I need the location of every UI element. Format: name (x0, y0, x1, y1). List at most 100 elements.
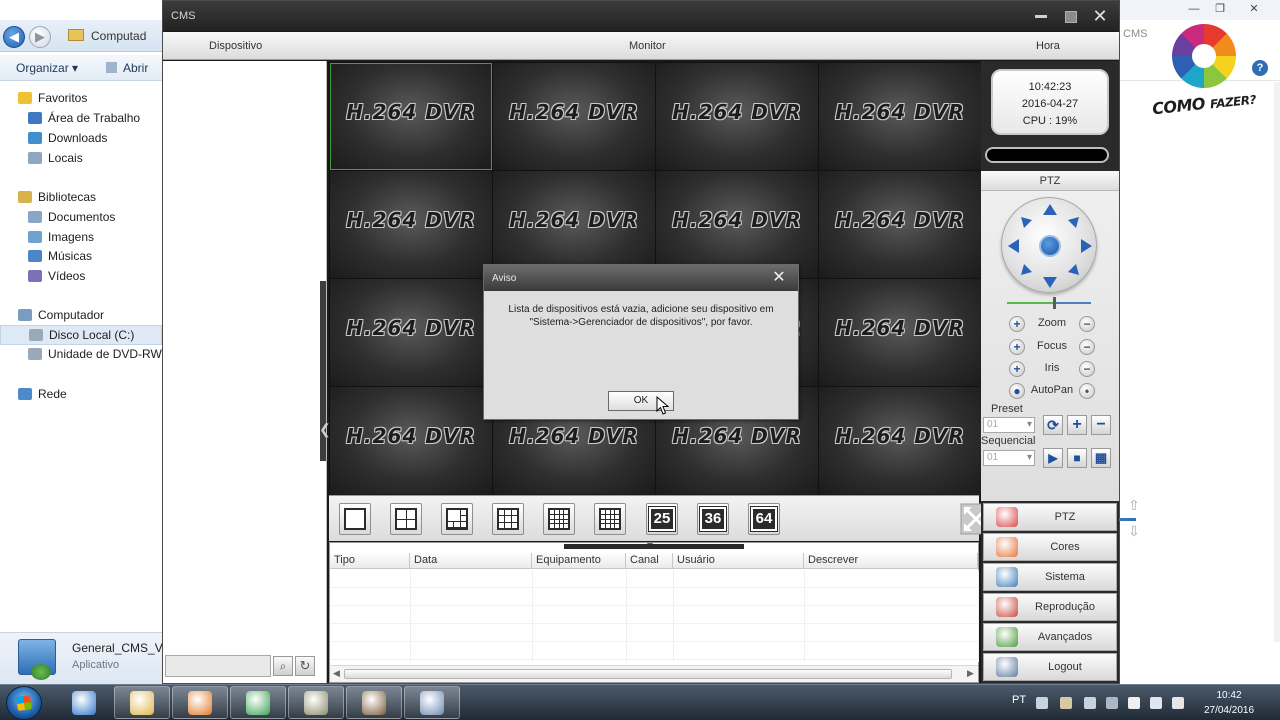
close-icon[interactable]: ✕ (1090, 6, 1110, 26)
display-icon[interactable] (1084, 697, 1096, 709)
layout-16-button[interactable] (543, 503, 575, 535)
menu-monitor[interactable]: Monitor (629, 40, 666, 52)
video-cell[interactable]: H.264 DVR (819, 387, 981, 494)
side-menu-item[interactable]: Logout (983, 653, 1117, 681)
video-cell[interactable]: H.264 DVR (656, 63, 818, 170)
keyboard-icon[interactable] (1036, 697, 1048, 709)
plus-icon[interactable]: + (1009, 339, 1025, 355)
minus-icon[interactable]: − (1079, 361, 1095, 377)
back-arrow-icon[interactable]: ◀ (3, 26, 25, 48)
explorer-scrollbar[interactable] (1274, 82, 1280, 642)
nav-item-0[interactable]: Favoritos (0, 88, 162, 108)
user-icon[interactable] (1060, 697, 1072, 709)
video-cell[interactable]: H.264 DVR (493, 63, 655, 170)
scroll-right-icon[interactable]: ▶ (967, 668, 974, 679)
taskbar-app-button[interactable] (172, 686, 228, 719)
ptz-left-arrow-icon[interactable] (1008, 239, 1019, 253)
nav-item-10[interactable]: Disco Local (C:) (0, 325, 162, 345)
action-center-flag-icon[interactable] (1128, 697, 1140, 709)
video-cell[interactable]: H.264 DVR (819, 171, 981, 278)
ptz-speed-thumb[interactable] (1053, 297, 1057, 309)
video-cell[interactable]: H.264 DVR (493, 171, 655, 278)
ptz-down-left-arrow-icon[interactable] (1021, 264, 1032, 275)
layout-36-button[interactable]: 36 (697, 503, 729, 535)
sequence-grid-icon[interactable]: ▦ (1091, 448, 1111, 468)
nav-item-12[interactable]: Rede (0, 384, 162, 404)
network-signal-icon[interactable] (1150, 697, 1162, 709)
nav-item-9[interactable]: Computador (0, 305, 162, 325)
log-column-header[interactable]: Canal (626, 553, 673, 568)
nav-item-5[interactable]: Documentos (0, 207, 162, 227)
nav-item-4[interactable]: Bibliotecas (0, 187, 162, 207)
help-icon[interactable]: ? (1252, 60, 1268, 76)
video-cell[interactable]: H.264 DVR (330, 387, 492, 494)
ptz-down-right-arrow-icon[interactable] (1068, 264, 1079, 275)
side-menu-item[interactable]: PTZ (983, 503, 1117, 531)
search-field[interactable]: CMS (1123, 28, 1147, 40)
sequence-play-icon[interactable]: ▶ (1043, 448, 1063, 468)
organize-button[interactable]: Organizar ▾ (16, 61, 78, 75)
minimize-icon[interactable]: — (1182, 2, 1206, 17)
autopan-stop-icon[interactable]: • (1079, 383, 1095, 399)
taskbar-app-button[interactable] (288, 686, 344, 719)
open-button[interactable]: Abrir (106, 61, 148, 75)
dialog-close-icon[interactable]: ✕ (770, 269, 788, 287)
layout-1-button[interactable] (339, 503, 371, 535)
nav-item-6[interactable]: Imagens (0, 227, 162, 247)
video-cell[interactable]: H.264 DVR (330, 279, 492, 386)
ptz-up-arrow-icon[interactable] (1043, 204, 1057, 215)
plus-icon[interactable]: + (1009, 316, 1025, 332)
log-column-header[interactable]: Tipo (330, 553, 410, 568)
taskbar-app-button[interactable] (404, 686, 460, 719)
layout-64-button[interactable]: 64 (748, 503, 780, 535)
side-menu-item[interactable]: Reprodução (983, 593, 1117, 621)
volume-icon[interactable] (1172, 697, 1184, 709)
start-button[interactable] (6, 686, 42, 720)
sequence-select[interactable]: 01 (983, 450, 1035, 466)
taskbar-app-button[interactable] (56, 686, 112, 719)
device-list-panel[interactable]: ❮ ⌕ ↻ (163, 61, 331, 683)
preset-goto-icon[interactable]: ⟳ (1043, 415, 1063, 435)
video-cell[interactable]: H.264 DVR (330, 171, 492, 278)
layout-25-button[interactable]: 25 (646, 503, 678, 535)
log-horizontal-scrollbar[interactable]: ◀ ▶ (330, 665, 978, 682)
search-icon[interactable]: ⌕ (273, 656, 293, 676)
ptz-right-arrow-icon[interactable] (1081, 239, 1092, 253)
sequence-stop-icon[interactable]: ■ (1067, 448, 1087, 468)
nav-item-8[interactable]: Vídeos (0, 266, 162, 286)
ptz-center-button[interactable] (1039, 235, 1061, 257)
ptz-up-left-arrow-icon[interactable] (1021, 217, 1032, 228)
preset-add-icon[interactable]: + (1067, 415, 1087, 435)
ptz-speed-slider[interactable] (1007, 297, 1091, 309)
taskbar-app-button[interactable] (346, 686, 402, 719)
layout-20-button[interactable] (594, 503, 626, 535)
plus-icon[interactable]: + (1009, 361, 1025, 377)
log-table-body[interactable] (330, 570, 979, 662)
taskbar-app-button[interactable] (114, 686, 170, 719)
layout-4-button[interactable] (390, 503, 422, 535)
video-cell[interactable]: H.264 DVR (330, 63, 492, 170)
side-menu-item[interactable]: Sistema (983, 563, 1117, 591)
device-search-input[interactable] (165, 655, 271, 677)
layout-6-button[interactable] (441, 503, 473, 535)
taskbar-app-button[interactable] (230, 686, 286, 719)
minimize-icon[interactable] (1035, 15, 1047, 18)
ptz-up-right-arrow-icon[interactable] (1068, 217, 1079, 228)
nav-item-3[interactable]: Locais (0, 148, 162, 168)
video-cell[interactable]: H.264 DVR (819, 279, 981, 386)
nav-item-2[interactable]: Downloads (0, 128, 162, 148)
explorer-path[interactable]: Computad (91, 29, 146, 43)
preset-select[interactable]: 01 (983, 417, 1035, 433)
layout-9-button[interactable] (492, 503, 524, 535)
chevron-down-icon[interactable]: ▼ (642, 542, 658, 552)
language-indicator[interactable]: PT (1012, 694, 1026, 706)
log-column-header[interactable]: Descrever (804, 553, 978, 568)
restore-icon[interactable]: ❐ (1208, 2, 1232, 17)
scroll-left-icon[interactable]: ◀ (333, 668, 340, 679)
collapse-panel-icon[interactable]: ❮ (319, 417, 331, 441)
menu-device[interactable]: Dispositivo (209, 40, 262, 52)
video-cell[interactable]: H.264 DVR (656, 171, 818, 278)
nav-item-1[interactable]: Área de Trabalho (0, 108, 162, 128)
security-icon[interactable] (1106, 697, 1118, 709)
side-menu-item[interactable]: Avançados (983, 623, 1117, 651)
